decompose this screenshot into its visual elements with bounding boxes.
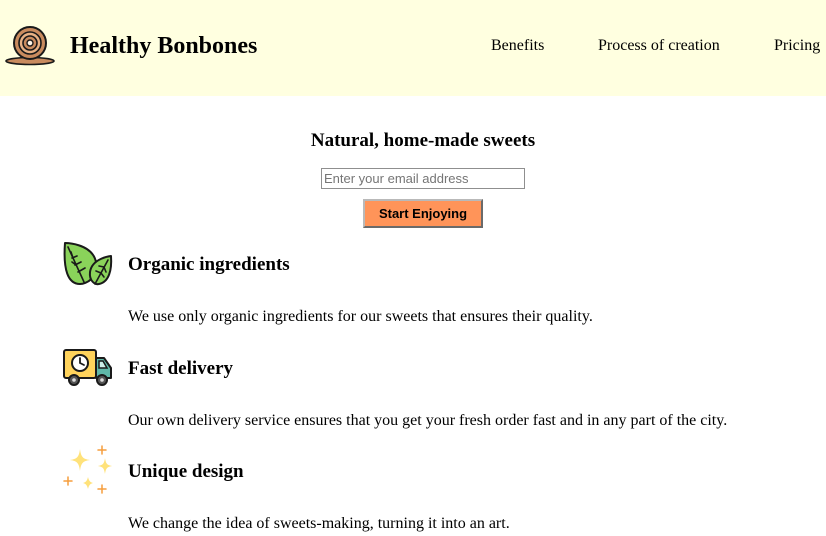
- feature-title-design: Unique design: [128, 461, 244, 482]
- nav-link-process-of-creation[interactable]: Process of creation: [598, 36, 720, 56]
- leaves-icon: [63, 242, 113, 286]
- nav-link-pricing[interactable]: Pricing: [774, 36, 820, 56]
- email-input[interactable]: [321, 168, 525, 189]
- sparkles-icon: [63, 445, 112, 494]
- nav-link-benefits[interactable]: Benefits: [491, 36, 544, 56]
- feature-text-organic: We use only organic ingredients for our …: [128, 308, 593, 325]
- start-enjoying-button[interactable]: Start Enjoying: [363, 199, 483, 228]
- main-nav: Benefits Process of creation Pricing: [0, 36, 826, 56]
- feature-title-delivery: Fast delivery: [128, 358, 234, 379]
- feature-text-design: We change the idea of sweets-making, tur…: [128, 515, 510, 532]
- site-header: Healthy Bonbones Benefits Process of cre…: [0, 0, 826, 96]
- hero-title: Natural, home-made sweets: [310, 130, 536, 151]
- feature-text-delivery: Our own delivery service ensures that yo…: [128, 412, 728, 429]
- feature-title-organic: Organic ingredients: [128, 254, 290, 275]
- delivery-truck-icon: [63, 349, 112, 386]
